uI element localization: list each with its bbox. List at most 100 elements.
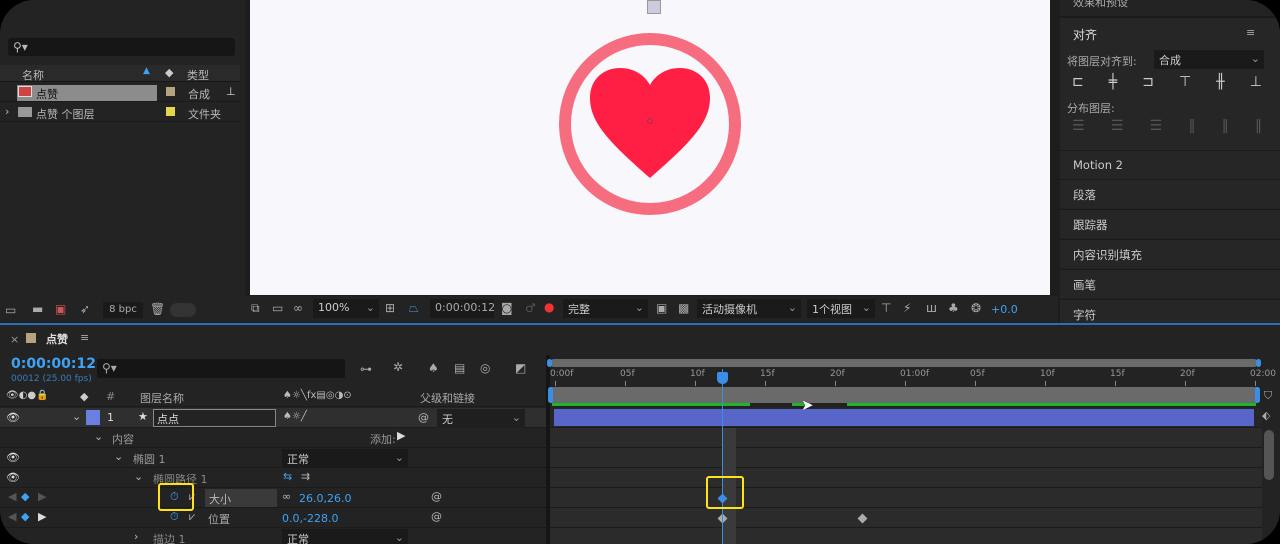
exposure-value[interactable]: +0.0 [991,303,1018,316]
distribute-left-icon[interactable]: ‖ [1188,118,1195,134]
collapse-chevron-icon[interactable]: ⌄ [94,430,103,443]
add-keyframe-icon[interactable]: ◆ [21,490,29,503]
layer-switches[interactable]: ♠☼╱ [283,411,307,422]
distribute-vcenter-icon[interactable]: ☰ [1111,118,1124,134]
panel-motion2[interactable]: Motion 2 [1060,150,1280,179]
new-folder-icon[interactable]: ▬ [32,303,43,315]
time-navigator[interactable] [547,359,1261,367]
align-vcenter-icon[interactable]: ╫ [1216,74,1224,90]
current-time[interactable]: 0:00:00:12 [11,356,96,372]
shy-layers-icon[interactable]: ♠ [428,362,439,374]
pickwhip-icon[interactable]: @ [418,411,429,424]
prev-keyframe-icon[interactable]: ◀ [8,490,16,503]
expand-chevron-icon[interactable]: › [5,105,9,118]
distribute-hcenter-icon[interactable]: ‖ [1222,118,1229,134]
render-icon[interactable]: ➶ [80,303,90,315]
prev-keyframe-icon[interactable]: ◀ [8,510,16,523]
close-tab-icon[interactable]: × [10,333,19,346]
new-composition-icon[interactable]: ▣ [55,303,66,315]
transparency-grid-icon[interactable]: ▩ [678,302,689,314]
blend-mode-dropdown[interactable]: 正常 ⌄ [282,449,408,468]
draft-3d-icon[interactable]: ✲ [393,361,403,373]
comp-tab[interactable]: 点赞 [46,331,68,347]
composition-canvas[interactable] [250,0,1050,295]
bit-depth-button[interactable]: 8 bpc [103,302,143,318]
distribute-top-icon[interactable]: ☰ [1072,118,1085,134]
size-property-row[interactable]: ◀ ◆ ▶ ⏱ ⩗ 大小 ∞ 26.0,26.0 @ [0,488,546,508]
col-name[interactable]: 名称 [22,67,44,83]
layer-duration-bar[interactable] [554,409,1254,426]
comp-button-icon[interactable]: ⬖ [1262,409,1270,422]
contents-row[interactable]: ⌄ 内容 添加: ▶ [0,428,546,448]
tab-menu-icon[interactable]: ≡ [80,331,89,344]
zoom-dropdown[interactable]: 100% ⌄ [313,299,379,318]
align-left-icon[interactable]: ⊏ [1072,74,1084,90]
camera-dropdown[interactable]: 活动摄像机 ⌄ [697,299,801,318]
stroke-group-row[interactable]: › 描边 1 正常 ⌄ [0,528,546,544]
col-layer-name[interactable]: 图层名称 [140,390,184,406]
align-to-dropdown[interactable]: 合成 ⌄ [1154,50,1264,69]
project-search-input[interactable]: ⚲▾ [8,38,235,56]
align-right-icon[interactable]: ⊐ [1142,74,1154,90]
frame-blending-icon[interactable]: ▤ [454,362,465,374]
add-keyframe-icon[interactable]: ◆ [21,510,29,523]
vertical-scrollbar[interactable] [1264,430,1274,480]
composition-mini-flowchart-icon[interactable]: ⊶ [360,363,372,375]
snapshot-icon[interactable]: ◙ [501,302,513,314]
path-direction-reverse-icon[interactable]: ⇉ [301,470,310,483]
work-area-bar[interactable] [548,387,1260,403]
time-ruler[interactable]: 0:00f 05f 10f 15f 20f 01:00f 05f 10f 15f 20f 02:00 [550,369,1276,387]
expression-pickwhip-icon[interactable]: @ [431,510,442,523]
panel-paragraph[interactable]: 段落 [1060,179,1280,208]
navigator-end-handle[interactable] [1256,359,1261,367]
expression-pickwhip-icon[interactable]: @ [431,490,442,503]
layer-search-input[interactable]: ⚲▾ [97,359,345,378]
layer-row[interactable]: 👁 ⌄ 1 ★ 点点 ♠☼╱ @ 无 ⌄ [0,408,546,428]
grid-icon[interactable]: ⊞ [385,302,395,314]
position-value[interactable]: 0.0,-228.0 [282,512,338,525]
motion-blur-icon[interactable]: ◎ [480,362,490,374]
position-property-row[interactable]: ◀ ◆ ▶ ⏱ ⩗ 位置 0.0,-228.0 @ [0,508,546,528]
visibility-eye-icon[interactable]: 👁 [6,451,20,464]
visibility-eye-icon[interactable]: 👁 [6,471,20,484]
project-item[interactable]: 点赞 合成 ⊥ [0,83,240,102]
playhead-handle[interactable] [717,372,728,384]
label-color[interactable] [166,87,175,96]
show-snapshot-icon[interactable]: ♂ [525,302,536,314]
channel-icon[interactable]: ● [544,301,554,313]
align-hcenter-icon[interactable]: ╪ [1109,74,1117,90]
align-bottom-icon[interactable]: ⊥ [1250,74,1262,90]
layer-name-field[interactable]: 点点 [153,409,276,427]
work-area-start[interactable] [548,387,553,403]
graph-icon[interactable]: ⩗ [189,510,195,524]
col-type[interactable]: 类型 [187,67,209,83]
panel-tracker[interactable]: 跟踪器 [1060,209,1280,238]
panel-menu-icon[interactable]: ≡ [1246,26,1255,39]
always-preview-icon[interactable]: ⧉ [251,302,260,314]
path-direction-icon[interactable]: ⇆ [283,470,292,483]
timecode-field[interactable]: 0:00:00:12 [430,299,495,318]
fast-preview-icon[interactable]: ⚡ [903,302,911,314]
interpret-footage-icon[interactable]: ▭ [5,304,16,316]
collapse-chevron-icon[interactable]: ⌄ [134,470,143,483]
views-dropdown[interactable]: 1个视图 ⌄ [807,299,875,318]
toggle[interactable] [170,303,196,317]
monitor-icon[interactable]: ▭ [272,302,283,314]
add-play-icon[interactable]: ▶ [397,429,405,442]
flowchart-icon[interactable]: ♣ [948,302,959,314]
project-item[interactable]: › 点赞 个图层 文件夹 [0,103,240,122]
resolution-dropdown[interactable]: 完整 ⌄ [563,299,648,318]
constrain-link-icon[interactable]: ∞ [282,490,291,503]
blend-mode-dropdown[interactable]: 正常 ⌄ [282,529,408,544]
visibility-eye-icon[interactable]: 👁 [6,411,20,424]
playhead-line[interactable] [722,369,723,544]
comp-marker-bin-icon[interactable]: ⛉ [1264,389,1272,403]
exposure-reset-icon[interactable]: ❂ [971,302,981,314]
sort-ascending-icon[interactable]: ▲ [143,66,150,76]
effects-presets-panel[interactable]: 效果和预设 [1073,0,1128,10]
size-value[interactable]: 26.0,26.0 [299,492,351,505]
panel-content-aware-fill[interactable]: 内容识别填充 [1060,239,1280,268]
ellipse-group-row[interactable]: 👁 ⌄ 椭圆 1 正常 ⌄ [0,448,546,468]
flowchart-icon[interactable]: ⊥ [226,85,236,98]
expand-chevron-icon[interactable]: › [134,530,138,543]
